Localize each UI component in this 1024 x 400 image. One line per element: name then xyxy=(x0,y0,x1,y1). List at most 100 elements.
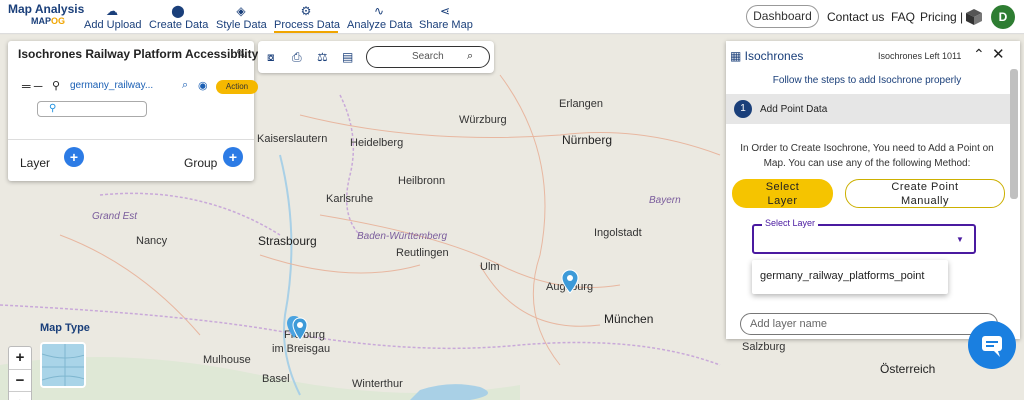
nav-share-map[interactable]: ⋖ Share Map xyxy=(419,3,473,33)
search-placeholder: Search xyxy=(412,51,444,62)
comment-icon[interactable]: ▤ xyxy=(342,50,353,64)
contact-link[interactable]: Contact us xyxy=(827,10,884,24)
place-label: Baden-Württemberg xyxy=(357,231,448,242)
place-label: Mulhouse xyxy=(203,354,251,366)
logo-sub: MAPOG xyxy=(30,16,65,26)
cube-icon[interactable] xyxy=(965,8,983,26)
nav-add-upload[interactable]: ☁ Add Upload xyxy=(84,3,142,33)
nav-create-data[interactable]: ⬤ Create Data xyxy=(149,3,208,33)
add-layer-button[interactable]: + xyxy=(64,147,84,167)
place-label: Reutlingen xyxy=(396,247,449,259)
place-label: Nancy xyxy=(136,235,168,247)
point-symbol-icon: ⚲ xyxy=(49,103,57,114)
drag-handle-icon[interactable]: ═ ─ xyxy=(22,79,42,93)
process-icon: ⚙ xyxy=(300,4,312,18)
place-label: Würzburg xyxy=(459,114,507,126)
isochrones-header: ▦ Isochrones Isochrones Left 1011 ⌃ ✕ xyxy=(726,41,1020,67)
map-pin-icon: ⬤ xyxy=(171,4,185,18)
layer-label: Layer xyxy=(20,156,51,170)
scrollbar[interactable] xyxy=(1010,69,1018,199)
faq-link[interactable]: FAQ xyxy=(891,10,915,24)
nav-process-data[interactable]: ⚙ Process Data xyxy=(274,3,340,33)
globe-thumbnail-icon xyxy=(42,344,84,386)
project-title: Isochrones Railway Platform Accessibilit… xyxy=(18,47,259,61)
place-label: Grand Est xyxy=(92,211,138,222)
place-label: Kaiserslautern xyxy=(257,133,328,145)
print-icon[interactable]: ⎙ xyxy=(292,50,302,65)
place-label: Karlsruhe xyxy=(326,193,374,205)
layer-panel: Isochrones Railway Platform Accessibilit… xyxy=(8,41,258,181)
step-number: 1 xyxy=(734,100,752,118)
paint-bucket-icon: ◈ xyxy=(236,4,246,18)
divider xyxy=(8,139,254,140)
share-icon: ⋖ xyxy=(439,4,451,18)
group-label: Group xyxy=(184,156,218,170)
logo[interactable]: Map Analysis MAPOG xyxy=(8,2,85,26)
step-header[interactable]: 1 Add Point Data xyxy=(726,94,1010,124)
map-type-thumbnail[interactable] xyxy=(40,342,86,388)
close-icon[interactable]: ✕ xyxy=(992,45,1005,63)
screenshot-icon[interactable]: ⧇ xyxy=(267,50,275,65)
eye-icon[interactable]: ◉ xyxy=(198,79,208,92)
add-group-button[interactable]: + xyxy=(223,147,243,167)
step-description: In Order to Create Isochrone, You need t… xyxy=(740,143,994,169)
place-label: München xyxy=(604,312,654,326)
place-label: Basel xyxy=(262,373,290,385)
map-marker-icon[interactable] xyxy=(286,314,310,346)
chevron-down-icon: ▼ xyxy=(956,235,964,244)
place-label: Ingolstadt xyxy=(594,227,642,239)
nav-style-data[interactable]: ◈ Style Data xyxy=(216,3,267,33)
place-label: Winterthur xyxy=(352,378,403,390)
create-point-manually-button[interactable]: Create Point Manually xyxy=(845,179,1005,208)
place-label: Bayern xyxy=(649,195,681,206)
place-label: Heidelberg xyxy=(350,137,404,149)
map-marker-icon[interactable] xyxy=(559,268,581,296)
collapse-icon[interactable]: ⌃ xyxy=(973,46,985,63)
cloud-upload-icon: ☁ xyxy=(106,4,118,18)
isochrones-panel: ▦ Isochrones Isochrones Left 1011 ⌃ ✕ Fo… xyxy=(726,41,1020,339)
measure-icon[interactable]: ⚖ xyxy=(317,50,328,64)
instruction-text: Follow the steps to add Isochrone proper… xyxy=(772,75,962,86)
place-label: Strasbourg xyxy=(258,234,317,248)
map-toolbar: ⧇ ⎙ ⚖ ▤ Search ⌕ xyxy=(258,41,494,73)
select-layer-dropdown[interactable]: Select Layer ▼ xyxy=(752,218,976,254)
place-label: Heilbronn xyxy=(398,175,446,187)
dashboard-button[interactable]: Dashboard xyxy=(746,5,819,28)
zoom-control: + − ▲ xyxy=(8,346,32,400)
layer-name-placeholder: Add layer name xyxy=(750,318,828,330)
select-layer-button[interactable]: Select Layer xyxy=(732,179,833,208)
zoom-to-layer-icon[interactable]: ⌕ xyxy=(182,79,188,92)
place-label: Salzburg xyxy=(742,341,786,353)
map-type-label: Map Type xyxy=(40,322,90,334)
place-label: Erlangen xyxy=(559,98,604,110)
zoom-out-button[interactable]: − xyxy=(9,369,31,391)
top-navbar: Map Analysis MAPOG ☁ Add Upload ⬤ Create… xyxy=(0,0,1024,34)
action-button[interactable]: Action xyxy=(216,80,258,94)
pricing-link[interactable]: Pricing | xyxy=(920,10,963,24)
place-label: Ulm xyxy=(480,261,500,273)
avatar[interactable]: D xyxy=(991,5,1015,29)
search-icon[interactable]: ⌕ xyxy=(467,50,473,63)
logo-title: Map Analysis xyxy=(8,2,85,16)
nav-analyze-data[interactable]: ∿ Analyze Data xyxy=(347,3,412,33)
step-title: Add Point Data xyxy=(760,104,828,115)
isochrones-left-count: Isochrones Left 1011 xyxy=(878,51,962,61)
isochrones-title: ▦ Isochrones xyxy=(730,49,804,63)
place-label: Österreich xyxy=(880,362,936,376)
layer-row: ═ ─ ⚲ germany_railway... ⌕ ◉ Action xyxy=(22,79,258,95)
analyze-icon: ∿ xyxy=(373,4,385,18)
dropdown-option[interactable]: germany_railway_platforms_point xyxy=(760,270,924,282)
search-input[interactable]: Search ⌕ xyxy=(366,46,490,68)
layer-name-input[interactable]: Add layer name xyxy=(740,313,998,335)
layer-style-chip[interactable]: ⚲ xyxy=(37,101,147,117)
layer-name[interactable]: germany_railway... xyxy=(70,80,153,91)
chat-button[interactable] xyxy=(968,321,1016,369)
dropdown-menu: germany_railway_platforms_point xyxy=(752,260,948,294)
zoom-in-button[interactable]: + xyxy=(9,347,31,369)
edit-icon[interactable]: ✎ xyxy=(236,47,246,61)
select-layer-legend: Select Layer xyxy=(762,218,819,228)
map-pin-icon: ⚲ xyxy=(52,80,61,92)
place-label: Nürnberg xyxy=(562,133,613,147)
chat-icon xyxy=(982,336,1002,357)
north-arrow-icon[interactable]: ▲ xyxy=(9,391,31,400)
